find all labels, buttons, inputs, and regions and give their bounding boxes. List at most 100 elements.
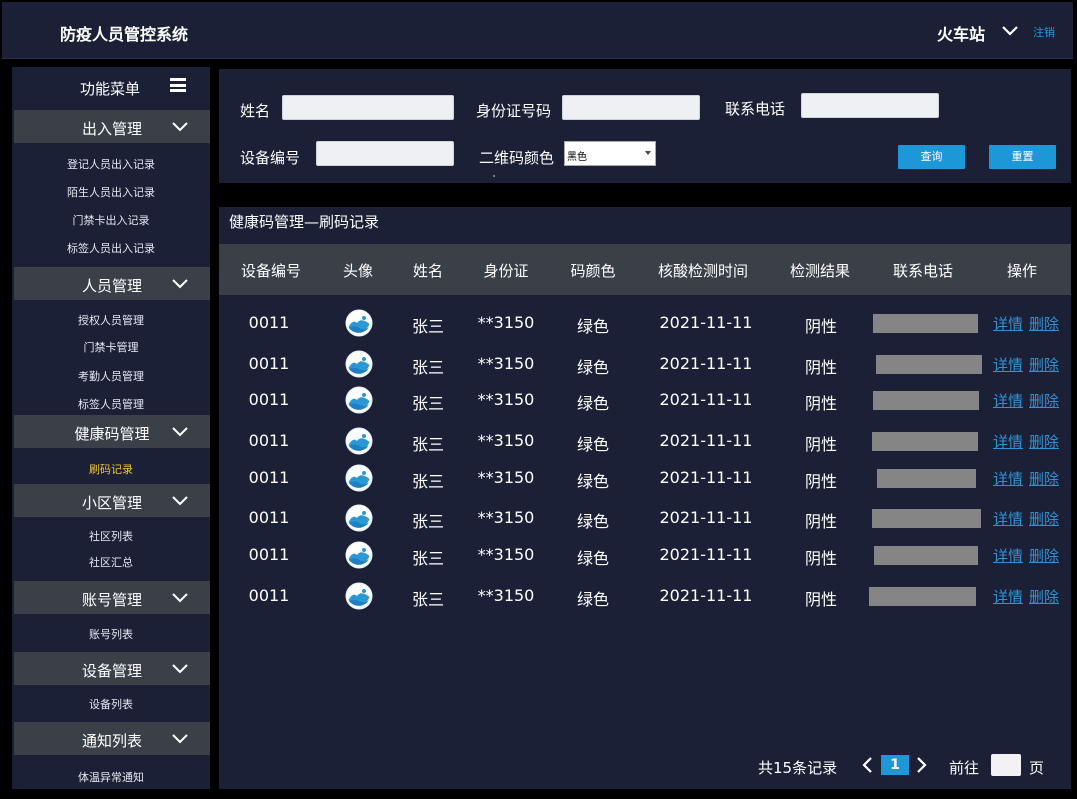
cell-test-result: 阴性 <box>804 472 837 491</box>
sidebar-item[interactable]: 标签人员出入记录 <box>12 240 210 256</box>
query-button[interactable]: 查询 <box>898 145 965 169</box>
avatar-icon <box>345 309 373 337</box>
sidebar-item[interactable]: 考勤人员管理 <box>12 368 210 384</box>
detail-link[interactable]: 详情 <box>993 468 1023 489</box>
pagination-current-page[interactable]: 1 <box>881 755 909 775</box>
id-label: 身份证号码 <box>476 102 552 120</box>
id-input[interactable] <box>562 95 700 120</box>
detail-link[interactable]: 详情 <box>993 586 1023 607</box>
cell-id: **3150 <box>477 313 535 332</box>
sidebar-item[interactable]: 授权人员管理 <box>12 312 210 328</box>
pagination-goto-label: 前往 <box>949 759 980 777</box>
masked-phone <box>877 469 976 488</box>
avatar-icon <box>345 464 373 492</box>
column-header: 姓名 <box>412 262 443 280</box>
detail-link[interactable]: 详情 <box>993 354 1023 375</box>
sidebar-group-device[interactable]: 设备管理 <box>14 652 210 685</box>
sidebar-item[interactable]: 体温异常通知 <box>12 769 210 785</box>
sidebar-group-community[interactable]: 小区管理 <box>14 484 210 517</box>
hamburger-menu-icon[interactable] <box>170 78 186 92</box>
column-header: 身份证 <box>483 262 529 280</box>
sidebar-item[interactable]: 陌生人员出入记录 <box>12 184 210 200</box>
column-header: 头像 <box>342 262 373 280</box>
cell-test-result: 阴性 <box>804 549 837 568</box>
cell-test-time: 2021-11-11 <box>659 313 753 332</box>
sidebar-item[interactable]: 标签人员管理 <box>12 396 210 412</box>
panel-title: 健康码管理—刷码记录 <box>229 213 380 231</box>
detail-link[interactable]: 详情 <box>993 545 1023 566</box>
chevron-left-icon[interactable] <box>860 756 874 774</box>
app-frame: 防疫人员管控系统 火车站 注销 功能菜单 出入管理 登记人员出入记录 陌生人员出… <box>0 0 1077 799</box>
sidebar-group-access[interactable]: 出入管理 <box>14 110 210 143</box>
cell-device: 0011 <box>248 586 290 605</box>
device-input[interactable] <box>316 141 454 166</box>
phone-label: 联系电话 <box>725 100 786 118</box>
sidebar-item[interactable]: 门禁卡出入记录 <box>12 212 210 228</box>
sidebar-item[interactable]: 设备列表 <box>12 696 210 712</box>
detail-link[interactable]: 详情 <box>993 431 1023 452</box>
cell-code-color: 绿色 <box>576 590 609 609</box>
cell-test-time: 2021-11-11 <box>659 545 753 564</box>
sidebar-group-health-code[interactable]: 健康码管理 <box>14 415 210 448</box>
cell-device: 0011 <box>248 313 290 332</box>
cell-test-result: 阴性 <box>804 512 837 531</box>
name-input[interactable] <box>282 95 454 120</box>
cell-test-time: 2021-11-11 <box>659 468 753 487</box>
masked-phone <box>872 432 978 451</box>
delete-link[interactable]: 删除 <box>1029 354 1059 375</box>
detail-link[interactable]: 详情 <box>993 508 1023 529</box>
delete-link[interactable]: 删除 <box>1029 545 1059 566</box>
cell-device: 0011 <box>248 431 290 450</box>
avatar-icon <box>345 504 373 532</box>
pagination-unit-label: 页 <box>1029 759 1045 777</box>
sidebar-group-account[interactable]: 账号管理 <box>14 581 210 614</box>
avatar-icon <box>345 541 373 569</box>
delete-link[interactable]: 删除 <box>1029 508 1059 529</box>
delete-link[interactable]: 删除 <box>1029 431 1059 452</box>
cell-code-color: 绿色 <box>576 358 609 377</box>
table-header: 设备编号 头像 姓名 身份证 码颜色 核酸检测时间 检测结果 联系电话 操作 <box>219 244 1071 295</box>
chevron-right-icon[interactable] <box>915 756 929 774</box>
chevron-down-icon[interactable] <box>1001 24 1019 38</box>
cell-name: 张三 <box>411 394 444 413</box>
cell-name: 张三 <box>411 472 444 491</box>
sidebar-item[interactable]: 社区列表 <box>12 528 210 544</box>
cell-id: **3150 <box>477 508 535 527</box>
qr-color-label: 二维码颜色 <box>479 149 555 167</box>
station-selector-label[interactable]: 火车站 <box>937 21 985 45</box>
delete-link[interactable]: 删除 <box>1029 468 1059 489</box>
delete-link[interactable]: 删除 <box>1029 586 1059 607</box>
qr-color-select[interactable]: 黑色 <box>564 141 656 166</box>
sidebar-item[interactable]: 账号列表 <box>12 626 210 642</box>
detail-link[interactable]: 详情 <box>993 390 1023 411</box>
column-header: 核酸检测时间 <box>657 262 748 280</box>
cell-test-time: 2021-11-11 <box>659 586 753 605</box>
device-label: 设备编号 <box>240 149 301 167</box>
cell-test-time: 2021-11-11 <box>659 390 753 409</box>
chevron-down-icon <box>172 122 188 132</box>
cell-name: 张三 <box>411 317 444 336</box>
pagination-total: 共15条记录 <box>758 759 838 777</box>
cell-device: 0011 <box>248 390 290 409</box>
sidebar-group-notification[interactable]: 通知列表 <box>14 722 210 755</box>
phone-input[interactable] <box>801 93 939 118</box>
reset-button[interactable]: 重置 <box>989 145 1056 169</box>
cell-code-color: 绿色 <box>576 472 609 491</box>
sidebar-item[interactable]: 登记人员出入记录 <box>12 156 210 172</box>
delete-link[interactable]: 删除 <box>1029 390 1059 411</box>
sidebar-item[interactable]: 门禁卡管理 <box>12 339 210 355</box>
column-header: 码颜色 <box>570 262 616 280</box>
detail-link[interactable]: 详情 <box>993 313 1023 334</box>
cell-code-color: 绿色 <box>576 512 609 531</box>
logout-link[interactable]: 注销 <box>1033 24 1055 40</box>
menu-title: 功能菜单 <box>80 80 141 98</box>
sidebar-group-personnel[interactable]: 人员管理 <box>14 267 210 300</box>
sidebar-item-scan-records[interactable]: 刷码记录 <box>12 461 210 477</box>
cell-test-result: 阴性 <box>804 590 837 609</box>
delete-link[interactable]: 删除 <box>1029 313 1059 334</box>
menu-header: 功能菜单 <box>12 67 210 107</box>
cell-device: 0011 <box>248 508 290 527</box>
sidebar-item[interactable]: 社区汇总 <box>12 554 210 570</box>
pagination-goto-input[interactable] <box>991 754 1021 776</box>
cell-device: 0011 <box>248 545 290 564</box>
